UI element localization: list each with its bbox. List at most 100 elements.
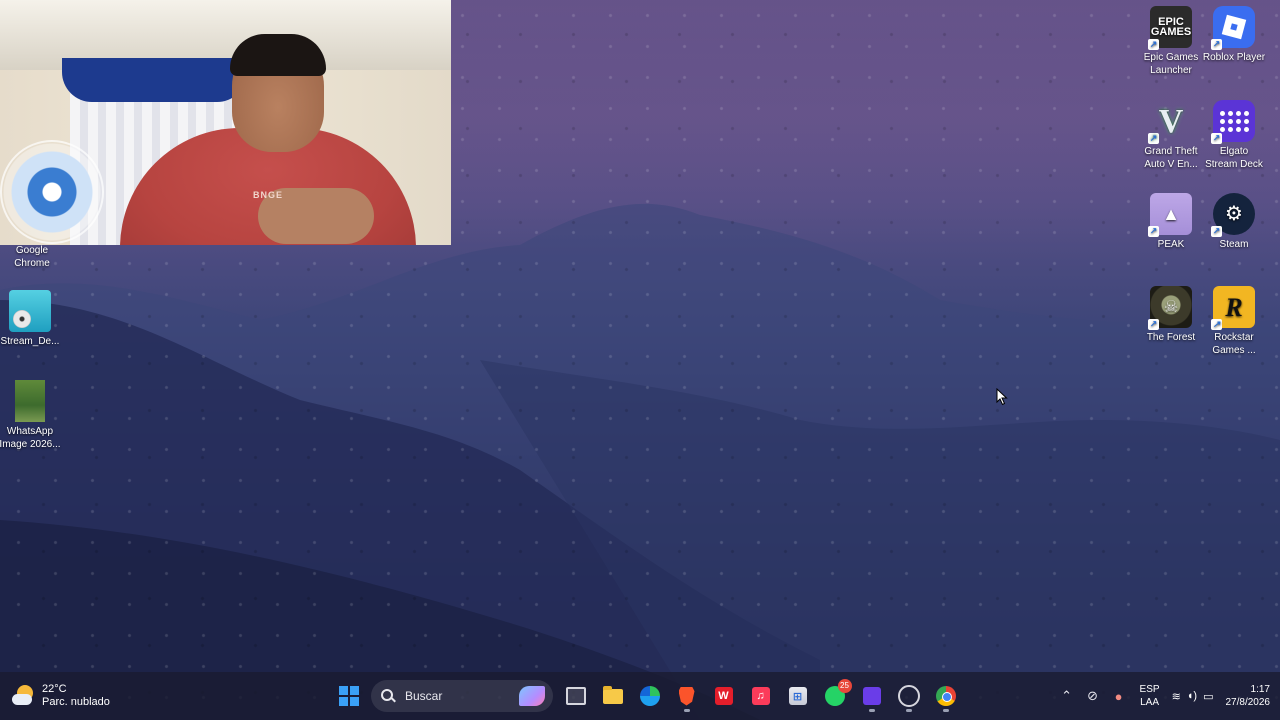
taskbar-search[interactable]: Buscar: [371, 680, 553, 712]
desktop-icon-gta-v[interactable]: V ↗ Grand Theft Auto V En...: [1139, 100, 1203, 171]
webcam-overlay: BNGE: [0, 0, 451, 245]
epic-games-icon: EPIC GAMES ↗: [1148, 6, 1192, 50]
windows-logo-icon: [338, 686, 359, 706]
desktop-icon-label: WhatsApp Image 2026...: [0, 426, 61, 450]
desktop-icon-label: PEAK: [1157, 239, 1185, 250]
search-highlight-icon: [519, 686, 545, 706]
steam-icon: ⚙ ↗: [1211, 193, 1255, 237]
desktop-icon-label: Stream_De...: [0, 336, 60, 347]
shortcut-arrow-icon: ↗: [1148, 319, 1159, 330]
start-button[interactable]: [332, 679, 366, 713]
notification-badge: 25: [837, 679, 852, 693]
mouse-cursor-icon: [996, 388, 1008, 406]
rockstar-games-icon: R ↗: [1211, 286, 1255, 330]
desktop-icon-elgato-stream-deck[interactable]: ↗ Elgato Stream Deck: [1202, 100, 1266, 171]
the-forest-icon: ☠ ↗: [1148, 286, 1192, 330]
stream-deck-installer-icon: [9, 290, 51, 332]
webcam-person-hair: [230, 34, 326, 76]
rockstar-logo-glyph: R: [1225, 292, 1243, 322]
running-indicator: [942, 709, 949, 712]
gta-v-icon: V ↗: [1148, 100, 1192, 144]
taskbar-app-task-view[interactable]: [559, 679, 593, 713]
edge-icon: [639, 686, 660, 706]
taskbar-app-edge[interactable]: [633, 679, 667, 713]
desktop-icon-rockstar-games[interactable]: R ↗ Rockstar Games ...: [1202, 286, 1266, 357]
chrome-icon: [935, 686, 956, 706]
desktop-icon-label: Grand Theft Auto V En...: [1144, 146, 1198, 170]
peak-icon: ▲ ↗: [1148, 193, 1192, 237]
desktop[interactable]: Google Chrome Stream_De... WhatsApp Imag…: [0, 0, 1280, 720]
shortcut-arrow-icon: ↗: [1148, 39, 1159, 50]
taskbar-app-chrome[interactable]: [929, 679, 963, 713]
desktop-icon-label: Epic Games Launcher: [1143, 52, 1199, 76]
language-code: ESP: [1139, 684, 1160, 695]
wifi-icon: ≋: [1171, 690, 1181, 703]
chevron-up-icon: ⌃: [1061, 688, 1072, 703]
the-forest-logo-glyph: ☠: [1163, 298, 1179, 316]
weather-temperature: 22°C: [42, 683, 67, 695]
folder-icon: [602, 685, 623, 704]
shortcut-arrow-icon: ↗: [1148, 226, 1159, 237]
desktop-icon-epic-games-launcher[interactable]: EPIC GAMES ↗ Epic Games Launcher: [1139, 6, 1203, 77]
desktop-icon-label: Elgato Stream Deck: [1205, 146, 1263, 170]
desktop-icon-steam[interactable]: ⚙ ↗ Steam: [1202, 193, 1266, 251]
desktop-icon-stream-deck-installer[interactable]: Stream_De...: [0, 290, 62, 348]
running-indicator: [868, 709, 875, 712]
roblox-icon: ↗: [1211, 6, 1255, 50]
shortcut-arrow-icon: ↗: [1211, 319, 1222, 330]
taskbar-app-wps-office[interactable]: W: [707, 679, 741, 713]
input-language[interactable]: ESP LAA: [1140, 683, 1160, 709]
brave-icon: [678, 686, 695, 706]
webcam-curtain-valance: [62, 58, 247, 102]
music-icon: ♫: [751, 687, 770, 705]
weather-widget[interactable]: 22°C Parc. nublado: [12, 678, 110, 714]
desktop-icon-peak[interactable]: ▲ ↗ PEAK: [1139, 193, 1203, 251]
desktop-icon-label: Roblox Player: [1202, 52, 1266, 63]
taskbar-app-microsoft-store[interactable]: ⊞: [781, 679, 815, 713]
show-hidden-icons-button[interactable]: ⌃: [1054, 683, 1080, 709]
quick-settings-button[interactable]: ≋ ◖) ▭: [1172, 690, 1214, 703]
store-icon: ⊞: [788, 687, 807, 705]
desktop-icon-label: Rockstar Games ...: [1212, 332, 1256, 356]
desktop-icon-whatsapp-image[interactable]: WhatsApp Image 2026...: [0, 380, 62, 451]
microphone-indicator[interactable]: ●: [1106, 683, 1132, 709]
clock[interactable]: 1:17 27/8/2026: [1226, 683, 1271, 709]
gta-v-logo-glyph: V: [1158, 102, 1184, 140]
search-placeholder: Buscar: [405, 689, 443, 703]
partly-cloudy-icon: [12, 685, 34, 707]
desktop-icon-google-chrome[interactable]: Google Chrome: [0, 244, 64, 270]
shortcut-arrow-icon: ↗: [1148, 133, 1159, 144]
desktop-icon-label: The Forest: [1146, 332, 1196, 343]
desktop-icon-roblox-player[interactable]: ↗ Roblox Player: [1202, 6, 1266, 64]
epic-games-logo-text: EPIC GAMES: [1150, 16, 1192, 38]
search-icon: [381, 689, 395, 703]
clock-time: 1:17: [1250, 684, 1270, 695]
taskbar-app-whatsapp[interactable]: 25: [818, 679, 852, 713]
peak-logo-glyph: ▲: [1162, 203, 1180, 224]
taskbar-app-apple-music[interactable]: ♫: [744, 679, 778, 713]
desktop-icon-label: Google Chrome: [14, 245, 50, 269]
desktop-icon-the-forest[interactable]: ☠ ↗ The Forest: [1139, 286, 1203, 344]
clock-date: 27/8/2026: [1225, 697, 1271, 708]
shortcut-arrow-icon: ↗: [1211, 39, 1222, 50]
volume-icon: ◖): [1186, 690, 1198, 702]
app-circle-icon: [897, 685, 920, 707]
keyboard-layout: LAA: [1140, 697, 1159, 708]
weather-condition: Parc. nublado: [42, 696, 110, 708]
battery-icon: ▭: [1203, 690, 1214, 703]
desktop-icon-label: Steam: [1219, 239, 1249, 250]
running-indicator: [905, 709, 912, 712]
taskbar-app-circle[interactable]: [892, 679, 926, 713]
taskbar-app-file-explorer[interactable]: [596, 679, 630, 713]
webcam-fan: [0, 140, 104, 244]
task-view-icon: [565, 687, 586, 705]
taskbar-app-elgato-stream-deck[interactable]: [855, 679, 889, 713]
taskbar: 22°C Parc. nublado Buscar W ♫ ⊞ 25 ⌃ ⊘ ●…: [0, 672, 1280, 720]
elgato-stream-deck-icon: ↗: [1211, 100, 1255, 144]
shortcut-arrow-icon: ↗: [1211, 133, 1222, 144]
camera-off-indicator[interactable]: ⊘: [1080, 683, 1106, 709]
steam-logo-glyph: ⚙: [1225, 202, 1243, 225]
system-tray: ⌃ ⊘ ● ESP LAA ≋ ◖) ▭ 1:17 27/8/2026: [1054, 678, 1270, 714]
taskbar-app-brave[interactable]: [670, 679, 704, 713]
taskbar-center: Buscar W ♫ ⊞ 25: [330, 678, 964, 714]
